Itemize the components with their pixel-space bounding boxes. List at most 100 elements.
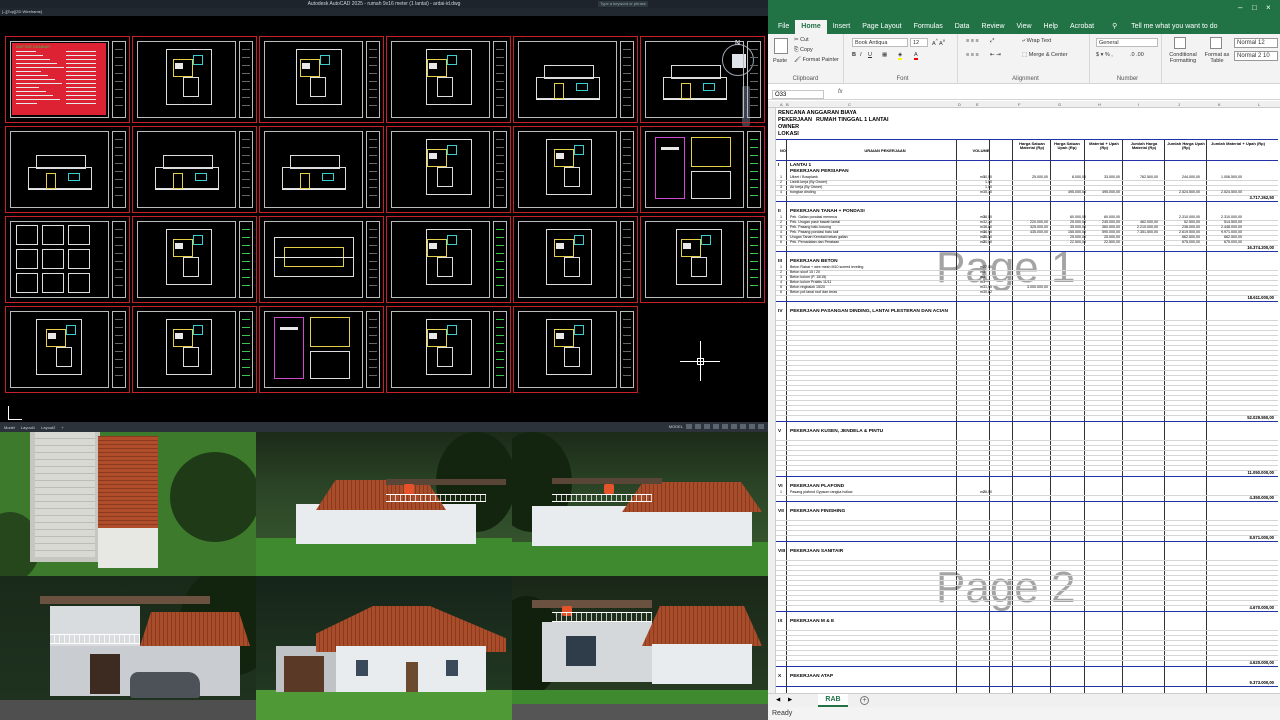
drawing-sheet[interactable] [132, 126, 257, 213]
font-color-icon[interactable]: A [914, 52, 918, 60]
subsection-title[interactable]: PEKERJAAN PERSIAPAN [790, 169, 849, 174]
osnap-toggle-icon[interactable] [722, 424, 728, 429]
drawing-sheet[interactable] [132, 216, 257, 303]
item-value[interactable]: 590.000,00 [1086, 230, 1120, 234]
item-description[interactable]: Listrik kerja (By Owner) [790, 180, 955, 184]
item-value[interactable]: 462.000,00 [1124, 220, 1158, 224]
section-title[interactable]: PEKERJAAN BETON [790, 259, 838, 264]
worksheet-grid[interactable]: AB C D E F G H I J K L RENCANA ANGGARAN BIAYA PEKE… [768, 101, 1280, 693]
item-value[interactable]: m3 [980, 190, 988, 194]
row-number[interactable]: 4 [780, 230, 782, 234]
item-value[interactable]: m2 [980, 240, 988, 244]
item-value[interactable]: 2.210.000,00 [1124, 225, 1158, 229]
format-as-table-button[interactable]: Format as Table [1202, 52, 1232, 64]
font-name-select[interactable]: Book Antiqua [852, 38, 908, 47]
section-total[interactable]: 4.350.000,00 [1216, 495, 1274, 500]
section-total[interactable]: 11.050.000,00 [1216, 470, 1274, 475]
item-value[interactable]: m3 [980, 215, 988, 219]
fx-icon[interactable]: fx [838, 89, 843, 95]
conditional-formatting-button[interactable]: Conditional Formatting [1166, 52, 1200, 64]
tab-view[interactable]: View [1011, 20, 1038, 34]
item-value[interactable]: 22.500,00 [1086, 240, 1120, 244]
copy-button[interactable]: ⎘ Copy [794, 47, 813, 54]
item-value[interactable]: m3 [980, 225, 988, 229]
column-heading[interactable]: URAIAN PEKERJAAN [810, 149, 960, 153]
drawing-sheet[interactable] [259, 126, 384, 213]
section-title[interactable]: PEKERJAAN KUSEN, JENDELA & PINTU [790, 429, 883, 434]
item-value[interactable]: m1 [980, 175, 988, 179]
item-value[interactable]: m3 [980, 270, 988, 274]
column-header[interactable]: J [1178, 101, 1180, 108]
item-value[interactable]: 2.310.000,00 [1208, 215, 1242, 219]
column-header[interactable]: G [1058, 101, 1061, 108]
column-heading[interactable]: Jumlah Material + Upah (Rp) [1208, 142, 1268, 146]
format-as-table-icon[interactable] [1210, 37, 1222, 49]
column-header[interactable]: A [780, 101, 783, 108]
item-value[interactable]: 155.000,00 [1052, 230, 1086, 234]
item-value[interactable]: 1,00 [958, 180, 992, 184]
drawing-sheet[interactable] [259, 216, 384, 303]
cad-search-input[interactable]: Type a keyword or phrase [598, 1, 648, 7]
drawing-sheet[interactable] [259, 306, 384, 393]
section-total[interactable]: 9.373.000,00 [1216, 680, 1274, 685]
row-number[interactable]: 5 [780, 235, 782, 239]
orientation-icon[interactable]: ⤢ [990, 38, 994, 45]
tab-data[interactable]: Data [949, 20, 976, 34]
column-header[interactable]: C [848, 101, 851, 108]
column-heading[interactable]: Jumlah Harga Upah (Rp) [1166, 142, 1206, 151]
item-value[interactable]: 9.971.000,00 [1208, 230, 1242, 234]
paste-button[interactable]: Paste [773, 58, 787, 64]
item-value[interactable]: 2.448.000,00 [1208, 225, 1242, 229]
number-format-select[interactable]: General [1096, 38, 1158, 47]
column-header[interactable]: F [1018, 101, 1020, 108]
row-number[interactable]: 2 [780, 270, 782, 274]
item-value[interactable]: 675.000,00 [1166, 240, 1200, 244]
section-total[interactable]: 16.374.200,00 [1216, 245, 1274, 250]
sheet-prev-icon[interactable]: ◀ [776, 697, 780, 703]
align-left-icon[interactable]: ≡ ≡ ≡ [966, 52, 979, 58]
column-heading[interactable]: Jumlah Harga Material (Rp) [1124, 142, 1164, 151]
add-layout-button[interactable]: + [61, 425, 63, 430]
item-value[interactable]: 2.619.500,00 [1166, 230, 1200, 234]
column-header[interactable]: D [958, 101, 961, 108]
section-number[interactable]: IX [778, 619, 783, 624]
row-number[interactable]: 1 [780, 215, 782, 219]
item-value[interactable]: 25.000,00 [1052, 235, 1086, 239]
tab-layout1[interactable]: Layout1 [21, 425, 35, 430]
drawing-sheet[interactable] [386, 126, 511, 213]
section-number[interactable]: VI [778, 484, 783, 489]
item-value[interactable]: 33.000,00 [1086, 175, 1120, 179]
section-number[interactable]: VIII [778, 549, 785, 554]
bold-button[interactable]: B [852, 52, 856, 58]
style-normal-2-10[interactable]: Normal 2 10 [1234, 51, 1278, 61]
item-value[interactable]: 1.006.500,00 [1208, 175, 1242, 179]
viewport-label[interactable]: [–][Top][2D Wireframe] [2, 9, 42, 14]
drawing-sheet[interactable]: DAFTAR GAMBAR [5, 36, 130, 123]
item-description[interactable]: Beton pot lanai roof dan teras [790, 290, 955, 294]
item-value[interactable]: 3.000.000,00 [1014, 285, 1048, 289]
decimal-icon[interactable]: .0 .00 [1130, 52, 1144, 58]
tab-file[interactable]: File [772, 20, 795, 34]
row-number[interactable]: 3 [780, 275, 782, 279]
model-space-toggle[interactable]: MODEL [669, 424, 683, 429]
italic-button[interactable]: I [860, 52, 862, 58]
item-value[interactable]: m2 [980, 490, 988, 494]
grow-font-icon[interactable]: A^ Av [932, 38, 945, 47]
item-description[interactable]: Beton Rabat + wire mesh M10 screed level… [790, 265, 955, 269]
conditional-formatting-icon[interactable] [1174, 37, 1186, 49]
section-number[interactable]: VII [778, 509, 784, 514]
workspace-icon[interactable] [749, 424, 755, 429]
sheet-tab-rab[interactable]: RAB [818, 694, 848, 707]
column-header[interactable]: H [1098, 101, 1101, 108]
section-number[interactable]: X [778, 674, 781, 679]
row-number[interactable]: 2 [780, 180, 782, 184]
item-value[interactable]: 8.000,00 [1052, 175, 1086, 179]
item-description[interactable]: Pek. Galian pondasi menerus [790, 215, 955, 219]
row-number[interactable]: 1 [780, 265, 782, 269]
paste-icon[interactable] [774, 38, 788, 54]
tell-me-input[interactable]: ⚲ Tell me what you want to do [1100, 20, 1229, 34]
section-title[interactable]: PEKERJAAN TANAH + PONDASI [790, 209, 865, 214]
item-value[interactable]: m3 [980, 275, 988, 279]
column-heading[interactable]: Material + Upah (Rp) [1086, 142, 1122, 151]
drawing-sheet[interactable] [386, 306, 511, 393]
